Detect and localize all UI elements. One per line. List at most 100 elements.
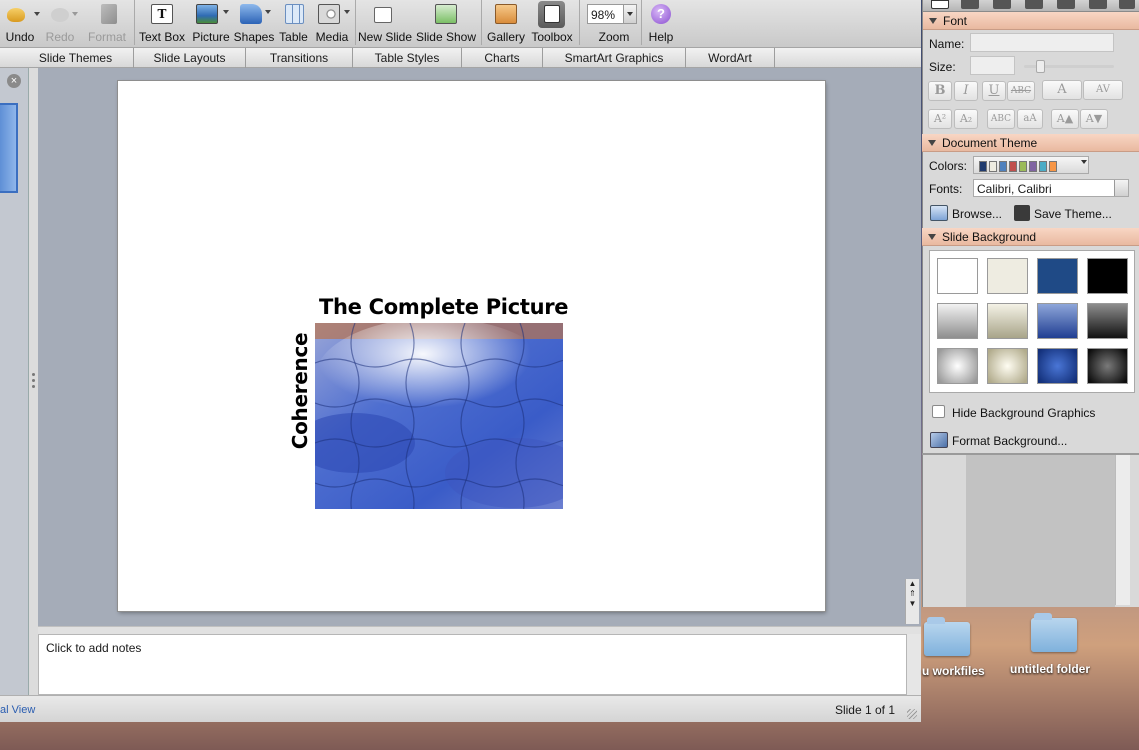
undo-icon: [7, 8, 25, 22]
vertical-label[interactable]: Coherence: [288, 333, 312, 450]
slide-background-section-header[interactable]: Slide Background: [922, 228, 1139, 246]
tab-slide-layouts[interactable]: Slide Layouts: [134, 48, 246, 68]
format-background-button[interactable]: Format Background...: [952, 434, 1067, 448]
object-palette-icon[interactable]: [961, 0, 979, 9]
project-palette-icon[interactable]: [1089, 0, 1107, 9]
background-style-cell[interactable]: [1037, 258, 1078, 294]
underline-button[interactable]: U: [982, 81, 1006, 101]
picture-icon: [196, 4, 218, 24]
tab-charts[interactable]: Charts: [462, 48, 543, 68]
resize-grip-icon[interactable]: [907, 709, 917, 719]
page-up-icon[interactable]: ⇑: [906, 589, 919, 599]
tab-table-styles[interactable]: Table Styles: [353, 48, 462, 68]
theme-color-swatch: [979, 161, 987, 172]
save-theme-button[interactable]: Save Theme...: [1034, 207, 1112, 221]
shapes-button[interactable]: Shapes: [233, 0, 275, 47]
new-slide-button[interactable]: New Slide: [357, 0, 413, 47]
background-style-cell[interactable]: [987, 303, 1028, 339]
gallery-button[interactable]: Gallery: [484, 0, 528, 47]
chevron-down-icon: [223, 10, 229, 14]
font-section-header[interactable]: Font: [923, 12, 1139, 30]
background-style-cell[interactable]: [1087, 258, 1128, 294]
strikethrough-button[interactable]: ABC: [1007, 81, 1035, 101]
background-style-cell[interactable]: [1037, 348, 1078, 384]
background-style-cell[interactable]: [987, 258, 1028, 294]
desktop-folder-untitled[interactable]: untitled folder: [1010, 662, 1090, 676]
hide-background-graphics-checkbox[interactable]: [932, 405, 945, 418]
subscript-button[interactable]: A₂: [954, 109, 978, 129]
table-icon: [284, 4, 304, 24]
theme-color-swatch: [1039, 161, 1047, 172]
change-case-button[interactable]: aA: [1017, 109, 1043, 129]
tab-wordart[interactable]: WordArt: [686, 48, 775, 68]
theme-colors-select[interactable]: [973, 156, 1089, 174]
slide-canvas[interactable]: The Complete Picture Coherence: [118, 81, 825, 611]
previous-slide-icon[interactable]: ▲: [906, 579, 919, 589]
bold-button[interactable]: B: [928, 81, 952, 101]
tab-transitions[interactable]: Transitions: [246, 48, 353, 68]
browse-button[interactable]: Browse...: [952, 207, 1002, 221]
palette-empty-area: [966, 455, 1115, 607]
formatting-palette-icon[interactable]: [931, 0, 949, 9]
background-styles-grid: [929, 250, 1135, 393]
chevron-down-icon: [72, 12, 78, 16]
toolbox-button[interactable]: Toolbox: [529, 0, 575, 47]
background-style-cell[interactable]: [937, 348, 978, 384]
italic-button[interactable]: I: [954, 81, 978, 101]
document-theme-section-header[interactable]: Document Theme: [922, 134, 1139, 152]
small-caps-button[interactable]: ABC: [987, 109, 1015, 129]
pane-splitter[interactable]: [29, 68, 38, 695]
colors-label: Colors:: [929, 159, 968, 173]
media-button[interactable]: Media: [313, 0, 351, 47]
page-down-icon[interactable]: ▼: [906, 599, 919, 609]
background-style-cell[interactable]: [937, 303, 978, 339]
theme-fonts-select[interactable]: Calibri, Calibri: [973, 179, 1129, 197]
superscript-button[interactable]: A²: [928, 109, 952, 129]
character-spacing-button[interactable]: AV: [1083, 80, 1123, 100]
shrink-font-button[interactable]: A▼: [1080, 109, 1108, 129]
slide-title[interactable]: The Complete Picture: [319, 295, 569, 319]
slide-show-button[interactable]: Slide Show: [415, 0, 477, 47]
reference-tools-icon[interactable]: [1025, 0, 1043, 9]
slide-navigation-arrows[interactable]: ▲ ⇑ ▼: [905, 579, 919, 624]
background-style-cell[interactable]: [1037, 303, 1078, 339]
hide-background-graphics-label[interactable]: Hide Background Graphics: [952, 406, 1095, 420]
slide-thumbnail[interactable]: [0, 103, 18, 193]
font-name-input[interactable]: [970, 33, 1114, 52]
help-icon: ?: [651, 4, 671, 24]
font-size-slider[interactable]: [1024, 60, 1114, 73]
background-style-cell[interactable]: [1087, 303, 1128, 339]
compatibility-icon[interactable]: [1057, 0, 1075, 9]
notes-placeholder[interactable]: Click to add notes: [46, 641, 141, 655]
format-painter-button[interactable]: Format: [86, 0, 128, 47]
theme-color-swatch: [1029, 161, 1037, 172]
background-style-cell[interactable]: [987, 348, 1028, 384]
font-size-input[interactable]: [970, 56, 1015, 75]
desktop-folder-workfiles[interactable]: u workfiles: [922, 664, 985, 678]
menu-icon[interactable]: [1119, 0, 1135, 9]
notes-pane[interactable]: Click to add notes: [38, 634, 907, 695]
notes-splitter[interactable]: [38, 626, 921, 634]
undo-button[interactable]: Undo: [2, 0, 40, 47]
grow-font-button[interactable]: A▲: [1051, 109, 1079, 129]
folder-icon[interactable]: [1031, 613, 1077, 652]
normal-view-link[interactable]: al View: [0, 704, 35, 716]
background-style-cell[interactable]: [937, 258, 978, 294]
ribbon-tabs: Slide Themes Slide Layouts Transitions T…: [0, 47, 921, 68]
puzzle-picture[interactable]: [315, 323, 563, 509]
close-pane-button[interactable]: ×: [7, 74, 21, 88]
tab-smartart-graphics[interactable]: SmartArt Graphics: [543, 48, 686, 68]
help-button[interactable]: ? Help: [644, 0, 678, 47]
redo-button[interactable]: Redo: [42, 0, 78, 47]
custom-animation-icon[interactable]: [993, 0, 1011, 9]
palette-scrollbar[interactable]: [1115, 455, 1130, 605]
slide-show-icon: [435, 4, 457, 24]
font-color-button[interactable]: A: [1042, 80, 1082, 100]
table-button[interactable]: Table: [277, 0, 310, 47]
background-style-cell[interactable]: [1087, 348, 1128, 384]
picture-button[interactable]: Picture: [189, 0, 233, 47]
folder-icon[interactable]: [924, 617, 970, 656]
tab-slide-themes[interactable]: Slide Themes: [18, 48, 134, 68]
theme-color-swatch: [989, 161, 997, 172]
text-box-button[interactable]: T Text Box: [136, 0, 188, 47]
